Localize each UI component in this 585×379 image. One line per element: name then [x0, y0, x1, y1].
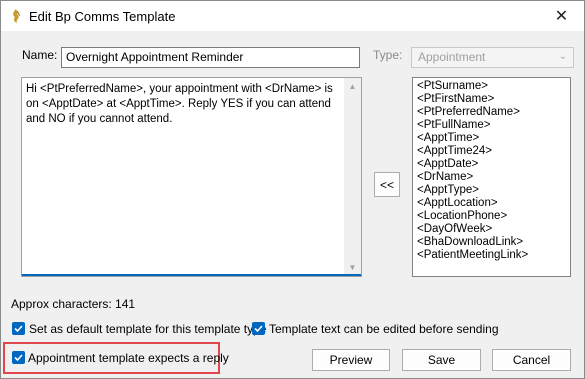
list-item[interactable]: <LocationPhone> [417, 210, 566, 223]
list-item[interactable]: <PtSurname> [417, 80, 566, 93]
dialog-body: Name: Overnight Appointment Reminder Typ… [1, 31, 584, 378]
expects-reply-label: Appointment template expects a reply [28, 351, 229, 365]
type-select-value: Appointment [418, 50, 486, 64]
list-item[interactable]: <ApptTime24> [417, 145, 566, 158]
template-text: Hi <PtPreferredName>, your appointment w… [26, 83, 333, 125]
list-item[interactable]: <PtFullName> [417, 119, 566, 132]
type-select[interactable]: Appointment ⌄ [411, 47, 574, 68]
focus-underline [22, 274, 361, 276]
list-item[interactable]: <PtPreferredName> [417, 106, 566, 119]
app-logo-icon [13, 9, 20, 23]
list-item[interactable]: <ApptTime> [417, 132, 566, 145]
name-input[interactable]: Overnight Appointment Reminder [61, 47, 360, 68]
template-text-scrollbar[interactable]: ▲ ▼ [344, 78, 361, 276]
list-item[interactable]: <PtFirstName> [417, 93, 566, 106]
chevron-down-icon: ⌄ [558, 51, 567, 62]
template-text-area[interactable]: Hi <PtPreferredName>, your appointment w… [21, 77, 362, 277]
window-title: Edit Bp Comms Template [29, 9, 176, 24]
title-bar: Edit Bp Comms Template ✕ [1, 1, 584, 31]
type-label: Type: [373, 48, 403, 62]
save-button[interactable]: Save [402, 349, 481, 371]
list-item[interactable]: <DayOfWeek> [417, 223, 566, 236]
list-item[interactable]: <ApptType> [417, 184, 566, 197]
editable-checkbox[interactable] [252, 322, 265, 335]
merge-fields-items: <PtSurname> <PtFirstName> <PtPreferredName… [417, 80, 566, 262]
close-icon: ✕ [554, 8, 569, 25]
preview-button[interactable]: Preview [312, 349, 390, 371]
close-button[interactable]: ✕ [539, 1, 584, 31]
list-item[interactable]: <DrName> [417, 171, 566, 184]
list-item[interactable]: <BhaDownloadLink> [417, 236, 566, 249]
insert-field-button[interactable]: << [374, 172, 400, 197]
editable-label: Template text can be edited before sendi… [269, 322, 499, 336]
default-template-checkbox[interactable] [12, 322, 25, 335]
check-icon [254, 325, 263, 333]
name-label: Name: [22, 48, 58, 62]
check-icon [14, 325, 23, 333]
edit-template-dialog: Edit Bp Comms Template ✕ Name: Overnight… [0, 0, 585, 379]
list-item[interactable]: <PatientMeetingLink> [417, 249, 566, 262]
list-item[interactable]: <ApptLocation> [417, 197, 566, 210]
list-item[interactable]: <ApptDate> [417, 158, 566, 171]
check-icon [14, 354, 23, 362]
approx-characters: Approx characters: 141 [11, 297, 136, 311]
expects-reply-checkbox[interactable] [12, 351, 25, 364]
merge-fields-list[interactable]: <PtSurname> <PtFirstName> <PtPreferredName… [412, 77, 571, 277]
default-template-label: Set as default template for this templat… [29, 322, 267, 336]
scroll-up-icon[interactable]: ▲ [344, 78, 361, 95]
cancel-button[interactable]: Cancel [492, 349, 571, 371]
